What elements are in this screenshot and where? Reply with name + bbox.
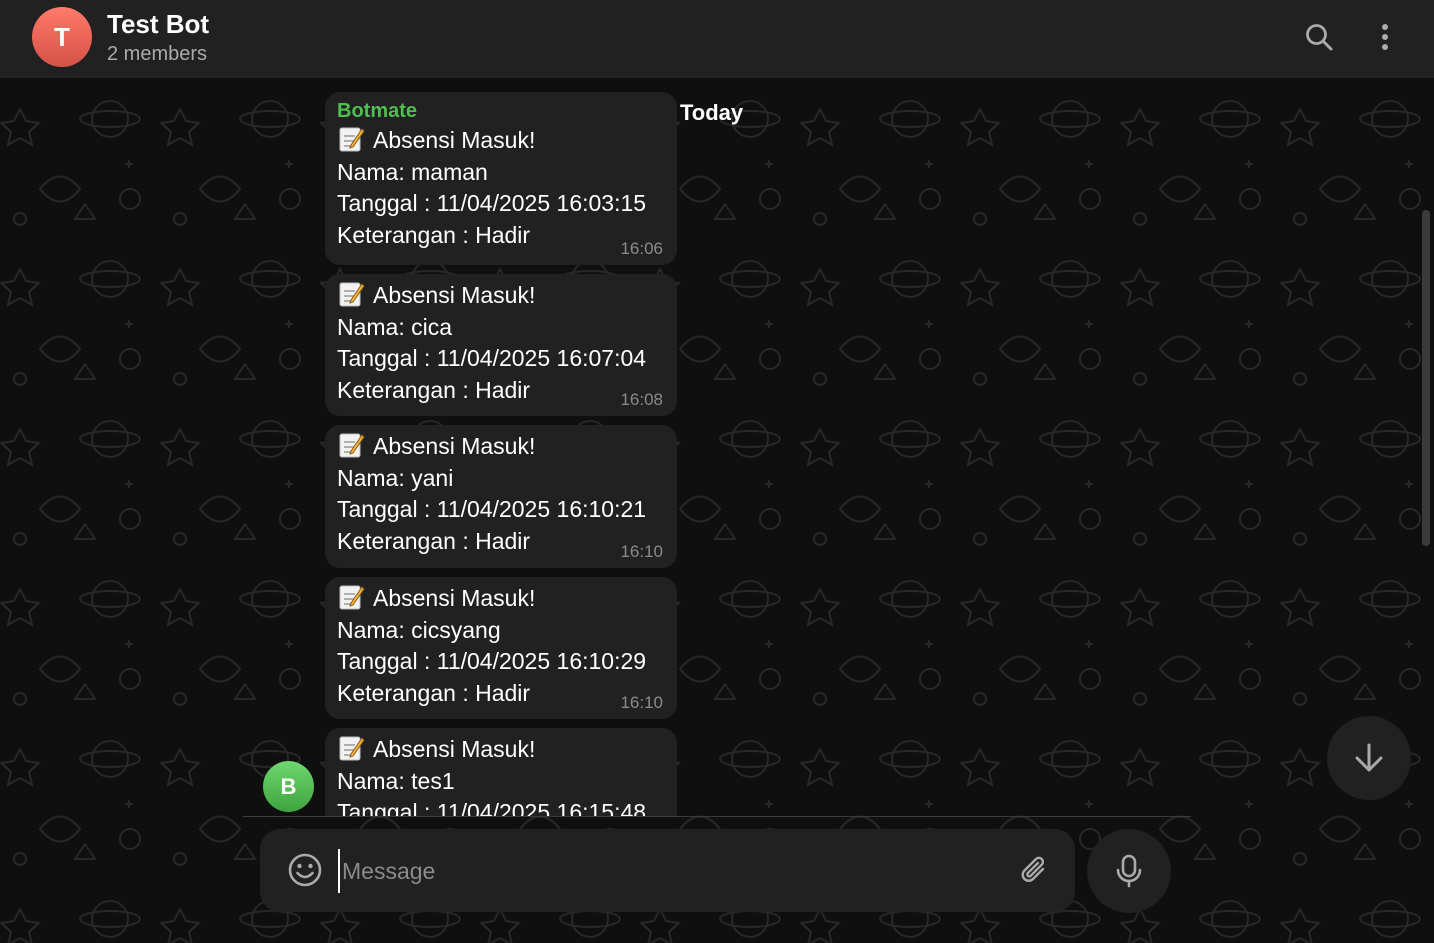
message-time: 16:10	[620, 542, 663, 561]
memo-emoji-icon	[339, 736, 365, 761]
composer-divider	[243, 816, 1191, 817]
message-bubble[interactable]: Absensi Masuk! Nama: yani Tanggal : 11/0…	[325, 425, 677, 568]
message-line: Absensi Masuk!	[373, 736, 536, 762]
message-line: Nama: yani	[337, 464, 454, 491]
date-separator: Today	[680, 100, 744, 125]
search-button[interactable]	[1297, 15, 1341, 59]
message-line: Keterangan : Hadir	[337, 679, 531, 706]
attach-button[interactable]	[1012, 848, 1058, 894]
chat-title[interactable]: Test Bot	[107, 9, 209, 39]
message-line: Nama: cicsyang	[337, 616, 501, 643]
chat-member-count: 2 members	[107, 43, 208, 65]
chat-area: Today Botmate Absensi Masuk! Nama: maman…	[0, 79, 1434, 943]
sender-name[interactable]: Botmate	[337, 98, 665, 124]
message-line: Absensi Masuk!	[373, 585, 536, 611]
message-line: Keterangan : Hadir	[337, 527, 531, 554]
message-line: Nama: tes1	[337, 767, 455, 794]
message-line: Nama: cica	[337, 313, 453, 340]
message-bubble[interactable]: Absensi Masuk! Nama: cica Tanggal : 11/0…	[325, 274, 677, 416]
message-line: Absensi Masuk!	[373, 127, 536, 153]
chat-avatar[interactable]: T	[32, 7, 92, 67]
message-line: Absensi Masuk!	[373, 282, 536, 308]
message-line: Absensi Masuk!	[373, 433, 536, 459]
telegram-app: T Test Bot 2 members Today Botmate Absen…	[0, 0, 1434, 943]
scroll-down-button[interactable]	[1327, 716, 1411, 800]
message-time: 16:06	[620, 239, 663, 258]
chat-header[interactable]: T Test Bot 2 members	[0, 0, 1434, 79]
bot-avatar[interactable]: B	[263, 761, 314, 812]
microphone-icon	[1116, 854, 1142, 888]
emoji-icon	[288, 853, 322, 887]
memo-emoji-icon	[339, 127, 365, 152]
message-line: Tanggal : 11/04/2025 16:10:21	[337, 496, 647, 523]
message-input[interactable]	[338, 849, 994, 893]
memo-emoji-icon	[339, 433, 365, 458]
more-vertical-icon	[1382, 24, 1388, 50]
message-line: Keterangan : Hadir	[337, 376, 531, 403]
message-line: Keterangan : Hadir	[337, 221, 531, 248]
message-bubble[interactable]: Absensi Masuk! Nama: tes1 Tanggal : 11/0…	[325, 728, 677, 816]
memo-emoji-icon	[339, 282, 365, 307]
message-bubble[interactable]: Absensi Masuk! Nama: cicsyang Tanggal : …	[325, 577, 677, 719]
message-bubble[interactable]: Botmate Absensi Masuk! Nama: maman Tangg…	[325, 92, 677, 265]
message-line: Tanggal : 11/04/2025 16:15:48	[337, 799, 647, 816]
voice-record-button[interactable]	[1087, 829, 1171, 913]
paperclip-icon	[1021, 856, 1045, 882]
message-time: 16:10	[620, 693, 663, 712]
message-line: Tanggal : 11/04/2025 16:03:15	[337, 190, 647, 217]
memo-emoji-icon	[339, 585, 365, 610]
scrollbar[interactable]	[1422, 210, 1430, 546]
search-icon	[1306, 24, 1333, 51]
message-composer	[260, 829, 1075, 912]
more-menu-button[interactable]	[1363, 15, 1407, 59]
message-line: Tanggal : 11/04/2025 16:07:04	[337, 345, 647, 372]
arrow-down-icon	[1355, 743, 1383, 772]
message-line: Nama: maman	[337, 158, 488, 185]
message-time: 16:08	[620, 390, 663, 409]
emoji-button[interactable]	[282, 847, 328, 893]
message-list[interactable]: Today Botmate Absensi Masuk! Nama: maman…	[0, 79, 1434, 816]
message-line: Tanggal : 11/04/2025 16:10:29	[337, 648, 647, 675]
